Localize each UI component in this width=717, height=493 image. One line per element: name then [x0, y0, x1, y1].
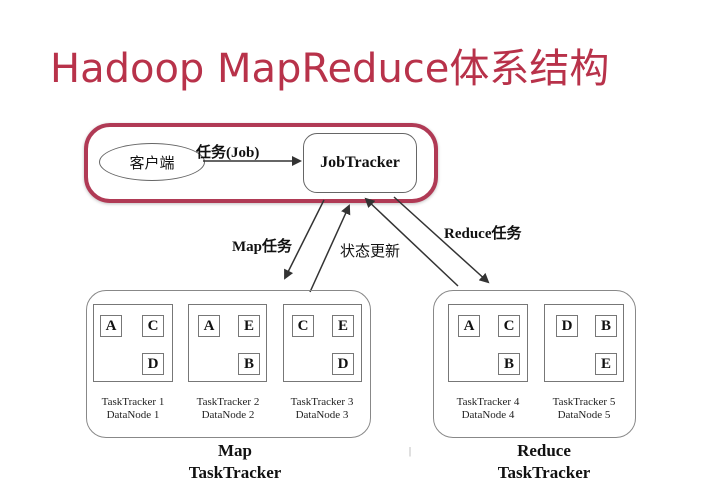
reduce-task-label: Reduce任务: [444, 226, 522, 242]
map-node-1: A C D: [93, 304, 173, 382]
block: E: [238, 315, 260, 337]
block: E: [595, 353, 617, 375]
map-node-1-caption: TaskTracker 1 DataNode 1: [81, 396, 185, 422]
job-edge-label: 任务(Job): [196, 145, 260, 161]
block: D: [142, 353, 164, 375]
reduce-caption-line2: TaskTracker: [497, 463, 591, 482]
datanode-name: DataNode 3: [295, 409, 349, 421]
datanode-name: DataNode 1: [106, 409, 160, 421]
reduce-node-5: D B E: [544, 304, 624, 382]
map-caption-line2: TaskTracker: [188, 463, 282, 482]
map-group-caption: Map TaskTracker: [175, 440, 295, 484]
block: A: [458, 315, 480, 337]
status-update-label: 状态更新: [340, 244, 401, 260]
reduce-group-caption: Reduce TaskTracker: [484, 440, 604, 484]
map-node-2: A E B: [188, 304, 267, 382]
block: C: [498, 315, 520, 337]
reduce-caption-line1: Reduce: [517, 441, 571, 460]
block: B: [498, 353, 520, 375]
reduce-node-4: A C B: [448, 304, 528, 382]
tasktracker-name: TaskTracker 5: [552, 396, 616, 408]
datanode-name: DataNode 4: [461, 409, 515, 421]
stray-mark: |: [409, 446, 412, 457]
map-caption-line1: Map: [218, 441, 252, 460]
block: E: [332, 315, 354, 337]
block: A: [198, 315, 220, 337]
tasktracker-name: TaskTracker 2: [196, 396, 260, 408]
datanode-name: DataNode 5: [557, 409, 611, 421]
datanode-name: DataNode 2: [201, 409, 255, 421]
map-node-2-caption: TaskTracker 2 DataNode 2: [176, 396, 280, 422]
block: C: [142, 315, 164, 337]
map-node-3: C E D: [283, 304, 362, 382]
block: D: [556, 315, 578, 337]
tasktracker-name: TaskTracker 3: [290, 396, 354, 408]
block: C: [292, 315, 314, 337]
block: A: [100, 315, 122, 337]
block: D: [332, 353, 354, 375]
reduce-node-5-caption: TaskTracker 5 DataNode 5: [532, 396, 636, 422]
map-task-label: Map任务: [232, 239, 293, 255]
tasktracker-name: TaskTracker 4: [456, 396, 520, 408]
tasktracker-name: TaskTracker 1: [101, 396, 165, 408]
map-node-3-caption: TaskTracker 3 DataNode 3: [270, 396, 374, 422]
block: B: [595, 315, 617, 337]
reduce-node-4-caption: TaskTracker 4 DataNode 4: [436, 396, 540, 422]
block: B: [238, 353, 260, 375]
